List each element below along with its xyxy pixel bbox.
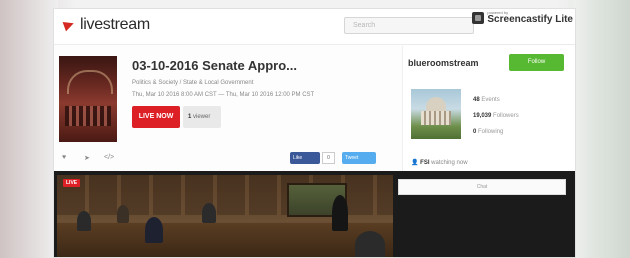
- event-category[interactable]: Politics & Society / State & Local Gover…: [132, 80, 253, 86]
- viewer-count-badge: 1 viewer: [183, 106, 221, 128]
- live-now-button[interactable]: LIVE NOW: [132, 106, 180, 128]
- video-person: [117, 205, 129, 223]
- video-person: [202, 203, 216, 223]
- events-stat[interactable]: 48 Events: [473, 97, 500, 103]
- channel-name[interactable]: blueroomstream: [408, 58, 479, 68]
- live-tag: LIVE: [63, 179, 81, 187]
- facebook-like-button[interactable]: Like: [290, 152, 320, 164]
- video-section: LIVE Chat: [54, 171, 575, 257]
- person-icon: 👤: [411, 160, 419, 166]
- events-label: Events: [481, 97, 500, 103]
- watermark-title: Screencastify Lite: [487, 14, 573, 25]
- events-count: 48: [473, 97, 480, 103]
- video-person: [145, 217, 163, 243]
- watching-now-stat: 👤 FSI watching now: [411, 159, 468, 166]
- follow-button[interactable]: Follow: [509, 54, 564, 71]
- blurred-background-left: [0, 0, 58, 258]
- video-person: [355, 231, 385, 257]
- share-actions-row: ♥ ➤ </> Like 0 Tweet: [54, 151, 402, 169]
- video-player[interactable]: LIVE: [57, 175, 393, 257]
- followers-stat[interactable]: 19,039 Followers: [473, 113, 519, 119]
- event-date-range: Thu, Mar 10 2016 8:00 AM CST — Thu, Mar …: [132, 92, 315, 98]
- embed-icon[interactable]: </>: [104, 154, 114, 161]
- livestream-logo-icon: [64, 18, 78, 32]
- followers-label: Followers: [493, 113, 519, 119]
- event-info-panel: 03-10-2016 Senate Appro... Politics & So…: [54, 46, 402, 146]
- share-icon[interactable]: ➤: [84, 154, 90, 162]
- chat-box[interactable]: Chat: [398, 179, 566, 195]
- channel-avatar[interactable]: [411, 89, 461, 139]
- watching-label: watching now: [431, 160, 468, 166]
- watching-count: FSI: [420, 160, 430, 166]
- following-stat[interactable]: 0 Following: [473, 129, 503, 135]
- event-thumbnail[interactable]: [59, 56, 117, 142]
- tweet-button[interactable]: Tweet: [342, 152, 376, 164]
- blurred-background-right: [574, 0, 630, 258]
- event-title[interactable]: 03-10-2016 Senate Appro...: [132, 58, 297, 73]
- heart-icon[interactable]: ♥: [62, 154, 66, 161]
- viewer-count: 1: [188, 114, 192, 120]
- livestream-logo[interactable]: livestream: [64, 16, 150, 34]
- followers-count: 19,039: [473, 113, 492, 119]
- screencastify-watermark: powered by Screencastify Lite: [472, 11, 573, 25]
- following-count: 0: [473, 129, 477, 135]
- search-input[interactable]: Search: [344, 17, 474, 34]
- livestream-page: livestream Search powered by Screencasti…: [53, 8, 576, 258]
- viewer-count-label: viewer: [193, 114, 211, 120]
- video-person: [77, 211, 91, 231]
- following-label: Following: [478, 129, 504, 135]
- video-person: [332, 195, 348, 231]
- logo-text: livestream: [80, 16, 150, 33]
- channel-panel: blueroomstream Follow 48 Events 19,039 F…: [402, 46, 575, 171]
- screencastify-icon: [472, 12, 485, 24]
- top-navigation-bar: livestream Search powered by Screencasti…: [54, 9, 575, 45]
- facebook-like-count: 0: [322, 152, 335, 164]
